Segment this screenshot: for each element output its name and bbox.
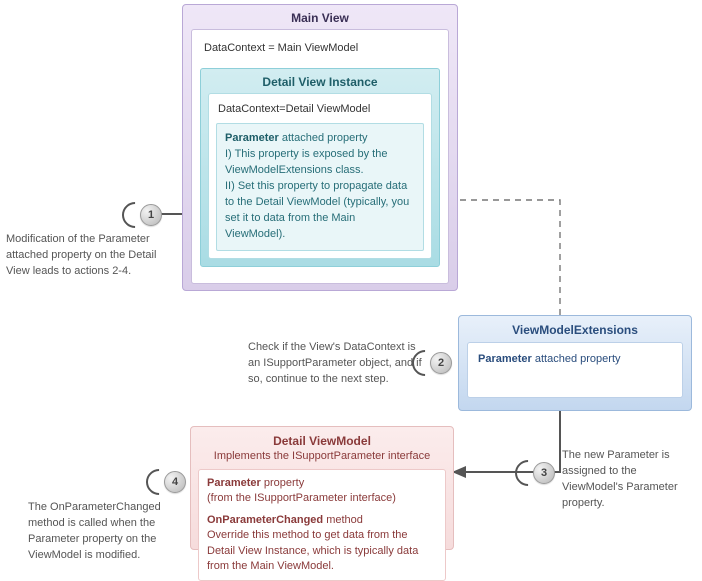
step-2-badge: 2 — [430, 352, 452, 374]
vme-param-suffix: attached property — [532, 353, 621, 365]
parameter-attached-property-box: Parameter attached property I) This prop… — [216, 123, 424, 251]
param-box-line2: II) Set this property to propagate data … — [225, 179, 415, 243]
detail-view-datacontext: DataContext=Detail ViewModel — [216, 101, 424, 123]
dvm-param-note: (from the ISupportParameter interface) — [207, 491, 437, 506]
dvm-opc-suffix: method — [323, 514, 363, 526]
param-box-heading: Parameter attached property — [225, 131, 415, 147]
detail-view-box: Detail View Instance DataContext=Detail … — [200, 68, 440, 267]
dvm-param-strong: Parameter — [207, 477, 261, 489]
dvm-subtitle: Implements the ISupportParameter interfa… — [214, 450, 430, 462]
vme-title: ViewModelExtensions — [459, 316, 691, 342]
dvm-param-suffix: property — [261, 477, 304, 489]
detail-viewmodel-box: Detail ViewModel Implements the ISupport… — [190, 426, 454, 550]
detail-view-body: DataContext=Detail ViewModel Parameter a… — [208, 93, 432, 259]
step-4-badge: 4 — [164, 471, 186, 493]
dvm-opc-note: Override this method to get data from th… — [207, 528, 437, 574]
dvm-header: Detail ViewModel Implements the ISupport… — [191, 427, 453, 469]
caption-2: Check if the View's DataContext is an IS… — [248, 340, 430, 388]
param-box-line1: I) This property is exposed by the ViewM… — [225, 147, 415, 179]
main-view-datacontext: DataContext = Main ViewModel — [200, 38, 440, 64]
dvm-opc-strong: OnParameterChanged — [207, 514, 323, 526]
caption-1: Modification of the Parameter attached p… — [6, 232, 182, 280]
dvm-title: Detail ViewModel — [197, 433, 447, 449]
viewmodelextensions-box: ViewModelExtensions Parameter attached p… — [458, 315, 692, 411]
caption-3: The new Parameter is assigned to the Vie… — [562, 448, 698, 512]
step-1-badge: 1 — [140, 204, 162, 226]
main-view-box: Main View DataContext = Main ViewModel D… — [182, 4, 458, 291]
dvm-param-row: Parameter property — [207, 476, 437, 491]
param-heading-suffix: attached property — [279, 132, 368, 144]
detail-view-title: Detail View Instance — [201, 69, 439, 93]
dvm-body: Parameter property (from the ISupportPar… — [198, 469, 446, 581]
vme-param-strong: Parameter — [478, 353, 532, 365]
caption-4: The OnParameterChanged method is called … — [28, 500, 186, 564]
main-view-body: DataContext = Main ViewModel Detail View… — [191, 29, 449, 284]
param-heading-strong: Parameter — [225, 132, 279, 144]
main-view-title: Main View — [183, 5, 457, 29]
step-3-badge: 3 — [533, 462, 555, 484]
vme-body: Parameter attached property — [467, 342, 683, 398]
dvm-opc-row: OnParameterChanged method — [207, 513, 437, 528]
